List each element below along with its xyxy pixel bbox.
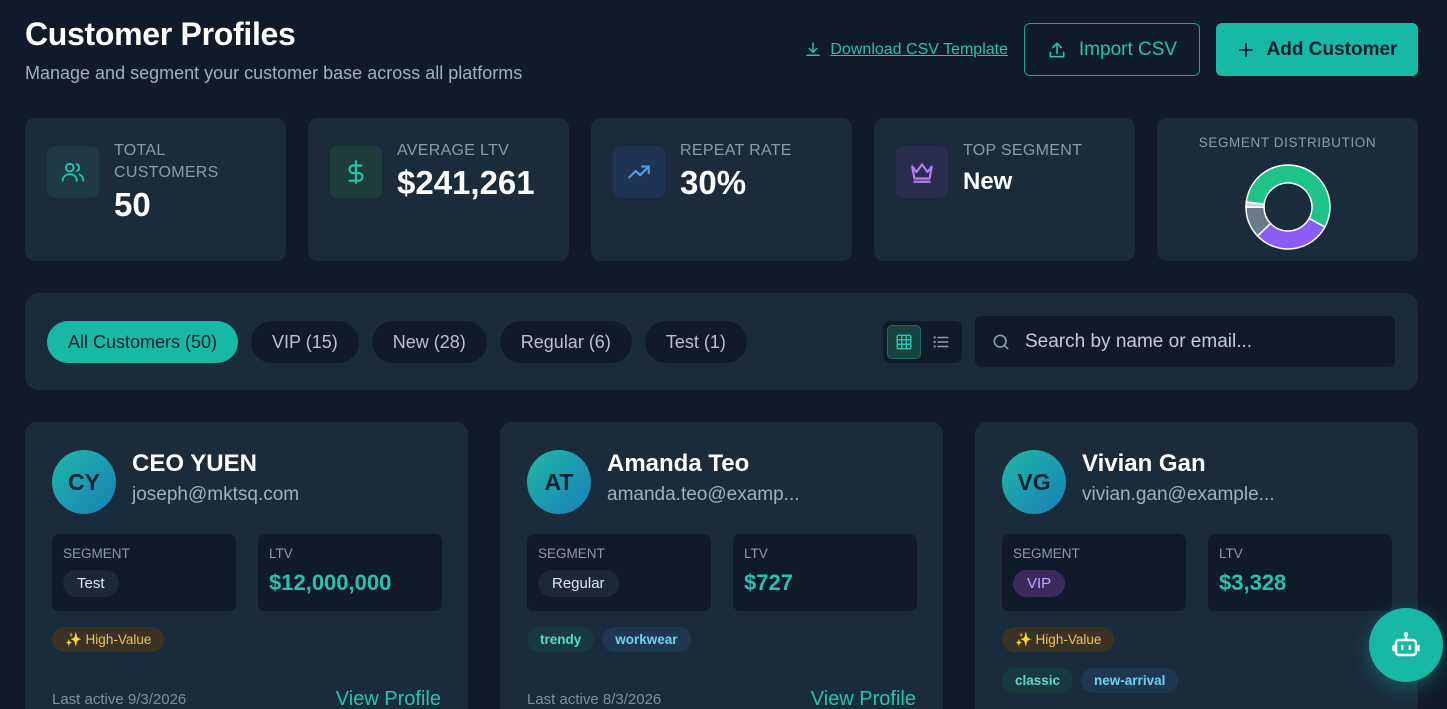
segment-label: Segment: [63, 546, 130, 561]
stat-total-customers: Total Customers 50: [25, 118, 286, 261]
last-active: Last active 9/3/2026: [52, 691, 187, 708]
tag-list: trendy workwear: [527, 627, 917, 652]
search-icon: [993, 334, 1009, 349]
ltv-label: LTV: [269, 546, 293, 561]
customer-email: vivian.gan@example...: [1082, 484, 1275, 505]
segment-distribution: Segment Distribution: [1157, 118, 1418, 261]
stat-top-segment: Top Segment New: [874, 118, 1135, 261]
stat-value: New: [963, 168, 1013, 195]
segment-donut-chart: [1244, 164, 1331, 250]
plus-icon: [1238, 42, 1253, 57]
download-csv-template-label: Download CSV Template: [830, 40, 1008, 58]
ltv-box: LTV $3,328: [1208, 534, 1392, 611]
import-csv-button[interactable]: Import CSV: [1024, 23, 1200, 76]
view-profile-link[interactable]: View Profile: [811, 688, 916, 709]
stat-value: $241,261: [397, 164, 535, 201]
crown-icon: [896, 146, 948, 198]
grid-icon: [896, 334, 912, 350]
add-customer-label: Add Customer: [1266, 38, 1398, 60]
tag-trendy: trendy: [527, 627, 595, 652]
customer-email: joseph@mktsq.com: [132, 484, 300, 505]
tag-high-value: ✨ High-Value: [52, 627, 165, 652]
segment-label: Segment: [538, 546, 605, 561]
ltv-value: $727: [744, 570, 793, 595]
assistant-bot-button[interactable]: [1369, 608, 1443, 682]
filter-pill-test[interactable]: Test (1): [644, 321, 747, 363]
list-view-button[interactable]: [925, 325, 958, 359]
customer-card[interactable]: AT Amanda Teo amanda.teo@examp... Segmen…: [500, 422, 943, 709]
add-customer-button[interactable]: Add Customer: [1216, 23, 1418, 76]
dollar-icon: [330, 146, 382, 198]
ltv-label: LTV: [1219, 546, 1243, 561]
search-box: [975, 316, 1395, 367]
segment-filter-pills: All Customers (50) VIP (15) New (28) Reg…: [47, 321, 747, 363]
view-profile-link[interactable]: View Profile: [336, 688, 441, 709]
customer-card[interactable]: VG Vivian Gan vivian.gan@example... Segm…: [975, 422, 1418, 709]
stat-label: Top Segment: [963, 142, 1083, 159]
segment-box: Segment Regular: [527, 534, 711, 611]
customer-name: Amanda Teo: [607, 450, 750, 477]
grid-view-button[interactable]: [887, 325, 921, 359]
ltv-box: LTV $12,000,000: [258, 534, 442, 611]
stat-average-ltv: Average LTV $241,261: [308, 118, 569, 261]
filter-pill-vip[interactable]: VIP (15): [251, 321, 359, 363]
avatar: VG: [1002, 450, 1066, 514]
ltv-box: LTV $727: [733, 534, 917, 611]
stat-label: Average LTV: [397, 142, 510, 159]
avatar: CY: [52, 450, 116, 514]
segment-label: Segment: [1013, 546, 1080, 561]
upload-icon: [1049, 42, 1065, 58]
tag-list: ✨ High-Value: [52, 627, 442, 652]
segment-badge: Regular: [538, 570, 619, 597]
segment-box: Segment Test: [52, 534, 236, 611]
tag-new-arrival: new-arrival: [1081, 668, 1179, 693]
filter-pill-new[interactable]: New (28): [371, 321, 487, 363]
filter-bar: All Customers (50) VIP (15) New (28) Reg…: [25, 293, 1418, 390]
stats-row: Total Customers 50 Average LTV $241,261 …: [25, 118, 1418, 261]
filter-pill-regular[interactable]: Regular (6): [499, 321, 632, 363]
view-toggle: [883, 321, 962, 363]
tag-workwear: workwear: [602, 627, 691, 652]
filter-pill-all[interactable]: All Customers (50): [47, 321, 239, 363]
stat-value: 50: [114, 186, 151, 223]
customer-cards: CY CEO YUEN joseph@mktsq.com Segment Tes…: [25, 422, 1418, 709]
segment-box: Segment VIP: [1002, 534, 1186, 611]
chart-title: Segment Distribution: [1198, 135, 1377, 150]
tag-high-value: ✨ High-Value: [1002, 627, 1115, 652]
avatar: AT: [527, 450, 591, 514]
tag-list: ✨ High-Value classic new-arrival: [1002, 627, 1392, 693]
segment-badge: VIP: [1013, 570, 1066, 597]
download-icon: [806, 42, 821, 56]
last-active: Last active 8/3/2026: [527, 691, 662, 708]
robot-icon: [1392, 632, 1420, 657]
page-header: Customer Profiles Manage and segment you…: [25, 16, 1418, 96]
download-csv-template-link[interactable]: Download CSV Template: [804, 41, 1008, 59]
customer-name: Vivian Gan: [1082, 450, 1206, 477]
customer-name: CEO YUEN: [132, 450, 257, 477]
segment-badge: Test: [63, 570, 119, 597]
search-input[interactable]: [1025, 330, 1365, 353]
import-csv-label: Import CSV: [1078, 38, 1178, 60]
stat-value: 30%: [680, 164, 747, 201]
trending-up-icon: [613, 146, 665, 198]
stat-label: Repeat Rate: [680, 142, 792, 159]
stat-repeat-rate: Repeat Rate 30%: [591, 118, 852, 261]
ltv-value: $12,000,000: [269, 570, 392, 595]
customer-card[interactable]: CY CEO YUEN joseph@mktsq.com Segment Tes…: [25, 422, 468, 709]
customer-email: amanda.teo@examp...: [607, 484, 800, 505]
tag-classic: classic: [1002, 668, 1074, 693]
ltv-value: $3,328: [1219, 570, 1287, 595]
ltv-label: LTV: [744, 546, 768, 561]
list-icon: [933, 336, 949, 348]
stat-label: Total Customers: [114, 142, 219, 181]
users-icon: [47, 146, 99, 198]
header-actions: Download CSV Template Import CSV Add Cus…: [804, 23, 1418, 76]
